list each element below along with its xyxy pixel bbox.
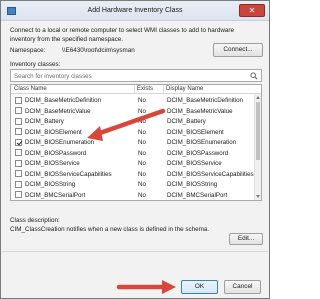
class-name-cell: DCIM_BIOSServiceCapabilities [25,170,112,178]
display-name-cell: DCIM_BaseMetricDefinition [167,97,243,104]
connect-button[interactable]: Connect... [213,43,263,57]
display-name-cell: DCIM_Battery [167,118,206,125]
ok-button[interactable]: OK [181,280,218,294]
scroll-down-icon[interactable] [256,195,260,198]
class-name-cell: DCIM_BaseMetricDefinition [25,97,101,104]
table-row[interactable]: DCIM_BIOSServiceCapabilities No DCIM_BIOSS… [11,169,261,180]
table-row[interactable]: DCIM_BIOSService No DCIM_BIOSService [11,158,261,169]
class-description-label: Class description: [10,217,60,224]
class-name-cell: DCIM_BaseMetricValue [25,107,91,115]
class-name-cell: DCIM_BIOSEnumeration [25,139,95,146]
exists-cell: No [138,97,146,104]
arrow-to-ok-icon [116,280,176,294]
class-name-cell: DCIM_BMCSerialPort [25,191,86,199]
table-row[interactable]: DCIM_BaseMetricValue No DCIM_BaseMetricVal… [11,106,261,117]
cancel-button[interactable]: Cancel [224,280,261,294]
namespace-value: \\E6430\root\dcim\sysman [62,47,135,54]
exists-cell: No [138,149,146,157]
table-row[interactable]: DCIM_BIOSPassword No DCIM_BIOSPassword [11,148,261,159]
dialog-description: Connect to a local or remote computer to… [10,27,234,43]
exists-cell: No [138,128,146,136]
column-header-exists[interactable]: Exists [134,85,153,93]
search-input[interactable]: Search for inventory classes [10,69,262,82]
title-bar: Add Hardware Inventory Class ✕ [1,1,269,21]
search-icon[interactable] [250,72,258,80]
row-checkbox[interactable] [15,149,22,157]
row-checkbox[interactable] [15,128,22,136]
column-header-display-name[interactable]: Display Name [163,85,203,93]
display-name-cell: DCIM_BIOSEnumeration [167,139,237,146]
display-name-cell: DCIM_BMCSerialPort [167,191,228,199]
inventory-classes-label: Inventory classes: [10,61,61,68]
class-name-cell: DCIM_BIOSString [25,181,76,188]
scroll-up-icon[interactable] [256,96,260,99]
row-checkbox[interactable] [15,159,22,167]
table-row[interactable]: DCIM_BIOSEnumeration No DCIM_BIOSEnumerati… [11,137,261,148]
exists-cell: No [138,160,146,167]
namespace-label: Namespace: [10,47,46,54]
row-checkbox[interactable] [15,191,22,199]
exists-cell: No [138,170,146,178]
table-row[interactable]: DCIM_BootConfigSettingNoDCIM_BootConfigS… [11,200,261,201]
row-checkbox[interactable] [15,117,22,125]
display-name-cell: DCIM_BIOSService [167,160,222,167]
edit-button[interactable]: Edit... [229,233,263,245]
display-name-cell: DCIM_BIOSElement [167,128,224,136]
class-name-cell: DCIM_BIOSPassword [25,149,87,157]
exists-cell: No [138,118,146,125]
class-name-cell: DCIM_BIOSElement [25,128,82,136]
table-header: Class Name Exists Display Name [11,85,261,94]
display-name-cell: DCIM_BaseMetricValue [167,107,233,115]
class-name-cell: DCIM_Battery [25,118,64,125]
display-name-cell: DCIM_BIOSServiceCapabilities [167,170,254,178]
add-hardware-inventory-class-dialog: Add Hardware Inventory Class ✕ Connect t… [0,0,270,299]
scrollbar-thumb[interactable] [256,102,260,160]
row-checkbox[interactable] [15,107,22,115]
table-row[interactable]: DCIM_BIOSElement No DCIM_BIOSElement [11,127,261,138]
exists-cell: No [138,139,146,146]
table-row[interactable]: DCIM_BIOSString No DCIM_BIOSString [11,179,261,190]
exists-cell: No [138,191,146,199]
display-name-cell: DCIM_BIOSString [167,181,218,188]
window-title: Add Hardware Inventory Class [87,7,183,14]
vertical-scrollbar[interactable] [254,94,261,200]
class-name-cell: DCIM_BIOSService [25,160,80,167]
close-button[interactable]: ✕ [239,4,265,17]
exists-cell: No [138,107,146,115]
footer-divider [2,251,268,252]
class-description-text: CIM_ClassCreation notifies when a new cl… [10,226,210,233]
inventory-classes-table: Class Name Exists Display Name DCIM_Base… [10,84,262,201]
table-row[interactable]: DCIM_BaseMetricDefinition No DCIM_BaseMetr… [11,95,261,106]
row-checkbox[interactable] [15,180,22,188]
row-checkbox[interactable] [15,96,22,104]
table-row[interactable]: DCIM_Battery No DCIM_Battery [11,116,261,127]
row-checkbox[interactable] [15,170,22,178]
table-row[interactable]: DCIM_BMCSerialPort No DCIM_BMCSerialPort [11,190,261,201]
column-header-class-name[interactable]: Class Name [14,86,47,92]
row-checkbox[interactable] [15,138,22,146]
display-name-cell: DCIM_BIOSPassword [167,149,229,157]
search-placeholder: Search for inventory classes [14,72,92,80]
exists-cell: No [138,181,146,188]
table-body: DCIM_BaseMetricDefinition No DCIM_BaseMetr… [11,95,261,201]
